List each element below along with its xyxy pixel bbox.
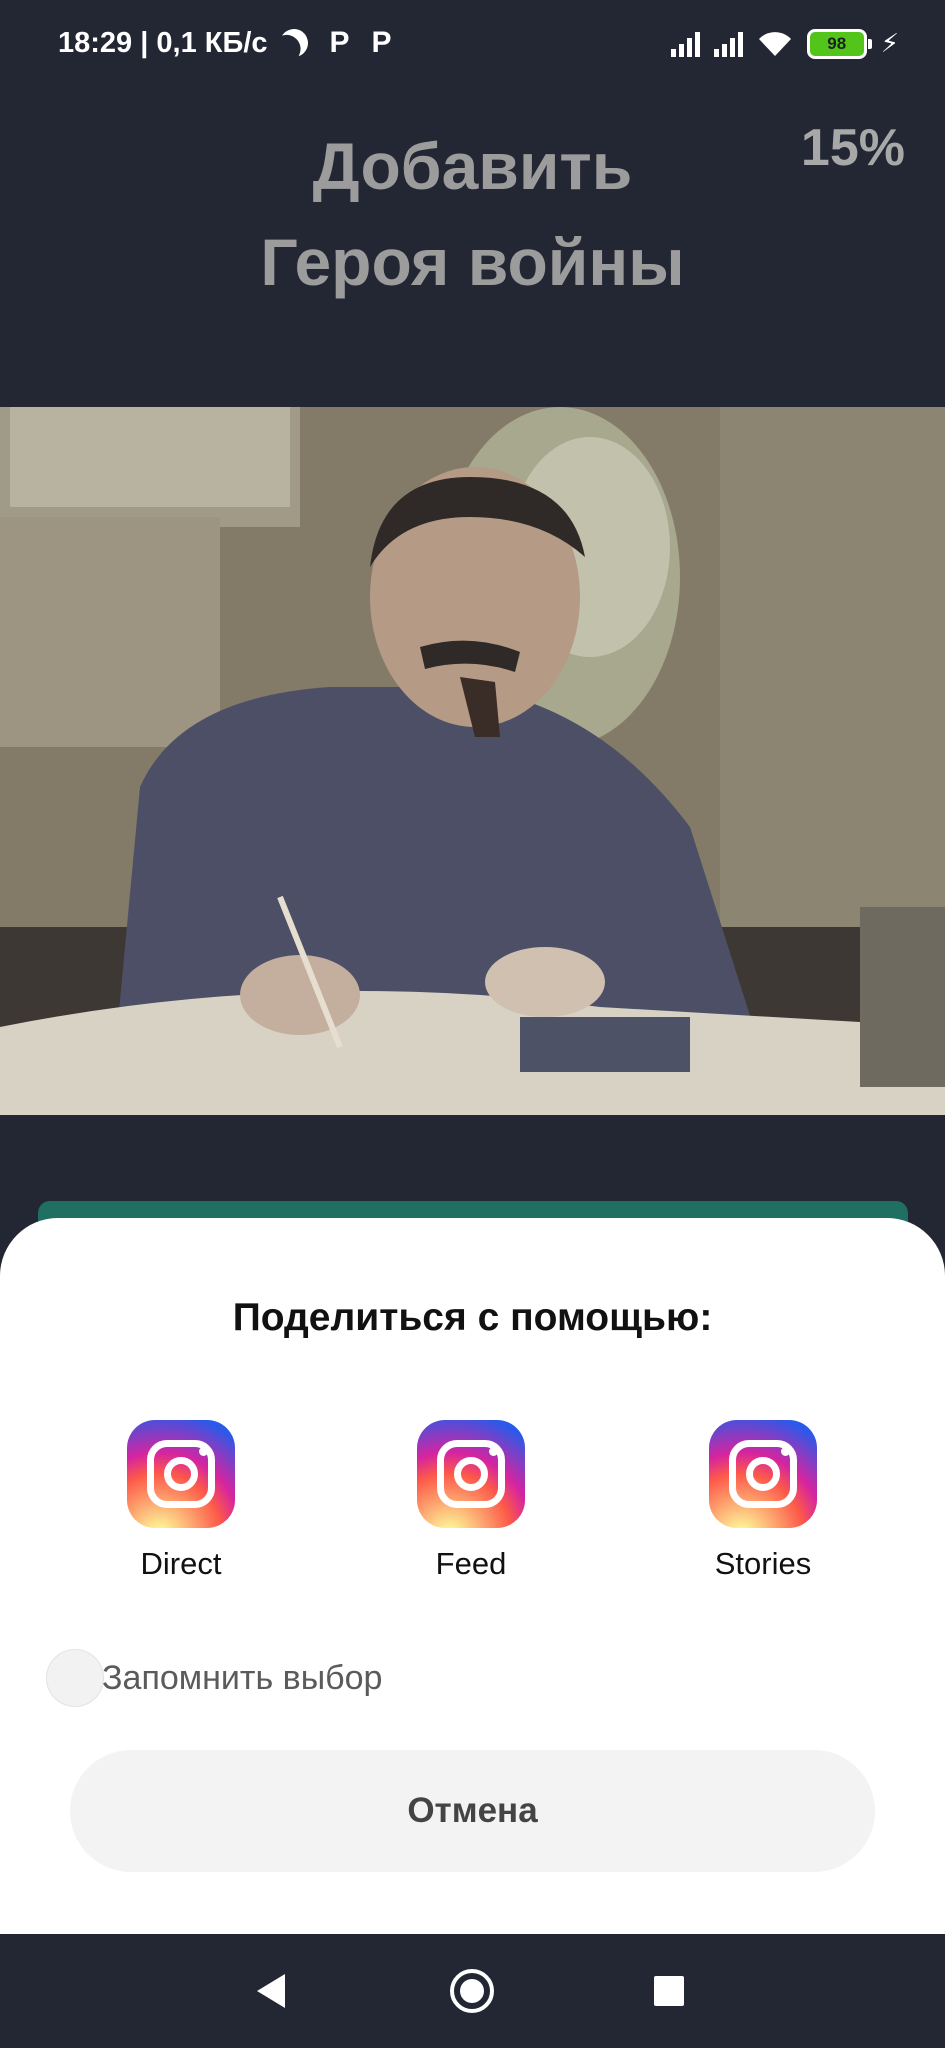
back-icon[interactable] — [257, 1974, 285, 2008]
navigation-bar — [0, 1934, 945, 2048]
progress-percent: 15% — [800, 119, 905, 177]
time-and-speed: 18:29 | 0,1 КБ/с — [58, 26, 268, 59]
hero-photo — [0, 407, 945, 1115]
hero-photo-illustration — [0, 407, 945, 1115]
cancel-button[interactable]: Отмена — [70, 1750, 875, 1872]
remember-label: Запомнить выбор — [102, 1658, 383, 1697]
signal-icon-2 — [713, 31, 743, 57]
do-not-disturb-icon — [276, 25, 312, 61]
share-option-label: Stories — [714, 1546, 812, 1581]
charging-bolt-icon: ⚡ — [880, 28, 899, 58]
recent-apps-icon[interactable] — [654, 1976, 684, 2006]
status-left: 18:29 | 0,1 КБ/с P P — [58, 26, 392, 60]
notification-p-icon-2: P — [371, 26, 392, 59]
share-option-direct[interactable]: Direct — [81, 1420, 281, 1582]
instagram-icon — [709, 1420, 817, 1528]
share-option-stories[interactable]: Stories — [663, 1420, 863, 1582]
share-option-label: Direct — [140, 1546, 222, 1581]
instagram-icon — [127, 1420, 235, 1528]
notification-p-icon: P — [329, 26, 350, 59]
title-line-2: Героя войны — [260, 225, 685, 299]
instagram-icon — [417, 1420, 525, 1528]
remember-choice[interactable]: Запомнить выбор — [46, 1649, 382, 1707]
battery-icon: 98 — [806, 28, 872, 59]
status-right: 98 ⚡ — [670, 28, 899, 59]
remember-checkbox[interactable] — [46, 1649, 104, 1707]
share-option-feed[interactable]: Feed — [371, 1420, 571, 1582]
signal-icon — [670, 31, 700, 57]
home-icon[interactable] — [450, 1969, 494, 2013]
share-sheet-title: Поделиться с помощью: — [232, 1296, 713, 1339]
share-option-label: Feed — [435, 1546, 507, 1581]
status-bar: 18:29 | 0,1 КБ/с P P 98 ⚡ — [0, 0, 945, 90]
wifi-icon — [758, 31, 791, 56]
share-sheet: Поделиться с помощью: Direct Feed Storie… — [0, 1218, 945, 1934]
